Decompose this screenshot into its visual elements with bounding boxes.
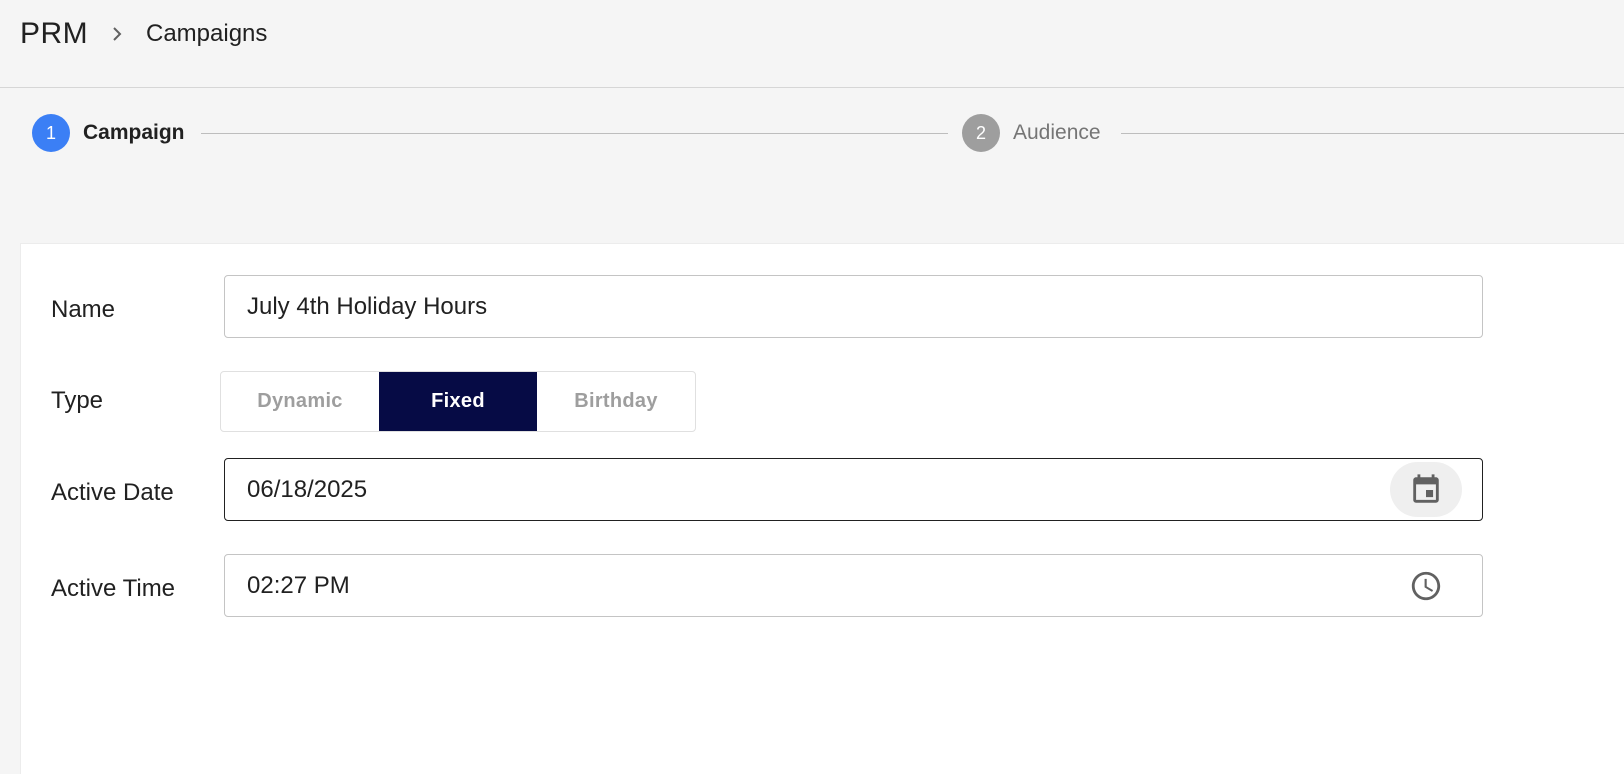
app-brand[interactable]: PRM bbox=[20, 14, 88, 54]
step-1-indicator: 1 bbox=[32, 114, 70, 152]
calendar-icon bbox=[1413, 473, 1439, 503]
active-date-label: Active Date bbox=[51, 479, 174, 506]
breadcrumb-current-page: Campaigns bbox=[146, 20, 268, 47]
step-connector bbox=[201, 133, 948, 134]
type-option-birthday[interactable]: Birthday bbox=[537, 372, 695, 431]
step-2-indicator: 2 bbox=[962, 114, 1000, 152]
step-connector bbox=[1121, 133, 1624, 134]
campaign-stepper: 1 Campaign 2 Audience bbox=[0, 110, 1624, 156]
step-1-label[interactable]: Campaign bbox=[83, 119, 185, 147]
active-time-value: 02:27 PM bbox=[247, 572, 350, 599]
active-time-input[interactable]: 02:27 PM bbox=[224, 554, 1483, 617]
active-date-value: 06/18/2025 bbox=[247, 476, 368, 503]
app-header: PRM Campaigns bbox=[0, 0, 1624, 88]
name-input[interactable]: July 4th Holiday Hours bbox=[224, 275, 1483, 338]
name-label: Name bbox=[51, 296, 116, 323]
type-option-dynamic[interactable]: Dynamic bbox=[221, 372, 379, 431]
active-date-input[interactable]: 06/18/2025 bbox=[224, 458, 1483, 521]
open-calendar-button[interactable] bbox=[1390, 462, 1462, 517]
name-input-value: July 4th Holiday Hours bbox=[247, 293, 488, 320]
chevron-right-icon bbox=[113, 27, 122, 41]
open-time-picker-button[interactable] bbox=[1390, 558, 1462, 613]
step-2-label[interactable]: Audience bbox=[1013, 119, 1101, 147]
active-time-label: Active Time bbox=[51, 575, 176, 602]
type-option-fixed[interactable]: Fixed bbox=[379, 372, 537, 431]
clock-icon bbox=[1411, 571, 1441, 600]
type-toggle-group: Dynamic Fixed Birthday bbox=[220, 371, 696, 432]
type-label: Type bbox=[51, 387, 104, 414]
